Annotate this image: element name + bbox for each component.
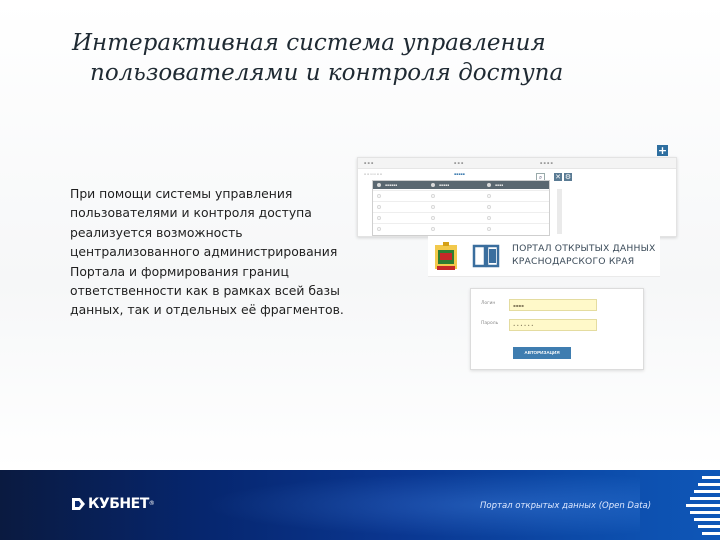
row-radio[interactable] [377, 227, 381, 231]
header-column-2: ▪ ▪ ▪ [454, 161, 464, 165]
header-radio[interactable] [431, 183, 435, 187]
header-column-3: ▪ ▪ ▪ ▪ [540, 161, 553, 165]
password-label: Пароль [481, 321, 499, 326]
table-row[interactable] [373, 190, 549, 201]
header-radio[interactable] [377, 183, 381, 187]
login-form: Логин ▪▪▪▪ Пароль • • • • • • АВТОРИЗАЦИ… [470, 288, 644, 370]
login-input[interactable]: ▪▪▪▪ [509, 299, 597, 311]
filter-link[interactable]: ▪▪▪▪▪ [454, 170, 465, 178]
row-radio[interactable] [377, 194, 381, 198]
close-icon: ✕ [555, 173, 561, 181]
row-radio[interactable] [377, 205, 381, 209]
open-book-icon [472, 244, 500, 268]
plus-icon: + [657, 144, 668, 157]
slide-body-text: При помощи системы управления пользовате… [70, 186, 344, 318]
grid-header-label-2: ▪▪▪▪▪ [439, 183, 450, 187]
table-header-bar: ▪ ▪ ▪ ▪ ▪ ▪ ▪ ▪ ▪ ▪ [358, 158, 676, 169]
login-button[interactable]: АВТОРИЗАЦИЯ [513, 347, 571, 359]
table-row[interactable] [373, 223, 549, 234]
filter-text: ▫ ▫ ▫ ▫ ▫ ▫ [364, 172, 383, 176]
filter-row: ▫ ▫ ▫ ▫ ▫ ▫ ▪▪▪▪▪ [358, 170, 676, 178]
header-radio[interactable] [487, 183, 491, 187]
slide-title-line-2: пользователями и контроля доступа [90, 60, 564, 86]
krasnodar-crest-icon [435, 242, 457, 270]
footer-bar: КУБНЕТ® Портал открытых данных (Open Dat… [0, 470, 720, 540]
footer-caption: Портал открытых данных (Open Data) [480, 501, 652, 511]
grid-scrollbar[interactable] [557, 189, 562, 234]
kubnet-brand-text: КУБНЕТ [88, 496, 149, 512]
stripes-decoration-icon [686, 476, 720, 535]
row-radio[interactable] [377, 216, 381, 220]
users-grid: ▪▪▪▪▪▪ ▪▪▪▪▪ ▪▪▪▪ [372, 180, 562, 236]
password-input[interactable]: • • • • • • [509, 319, 597, 331]
row-radio[interactable] [431, 194, 435, 198]
row-radio[interactable] [431, 227, 435, 231]
portal-name-line-2: КРАСНОДАРСКОГО КРАЯ [512, 256, 635, 267]
slide-title-line-1: Интерактивная система управления [72, 30, 546, 56]
grid-header-label-1: ▪▪▪▪▪▪ [385, 183, 398, 187]
close-button[interactable]: ✕ [554, 173, 562, 181]
row-radio[interactable] [431, 216, 435, 220]
portal-header: ПОРТАЛ ОТКРЫТЫХ ДАННЫХ КРАСНОДАРСКОГО КР… [428, 236, 660, 277]
add-user-button[interactable]: + [657, 145, 668, 156]
registered-mark: ® [148, 500, 155, 507]
grid-header: ▪▪▪▪▪▪ ▪▪▪▪▪ ▪▪▪▪ [373, 181, 549, 189]
settings-button[interactable]: ⚙ [564, 173, 572, 181]
portal-name: ПОРТАЛ ОТКРЫТЫХ ДАННЫХ КРАСНОДАРСКОГО КР… [512, 242, 655, 268]
row-radio[interactable] [487, 194, 491, 198]
row-radio[interactable] [487, 205, 491, 209]
row-radio[interactable] [487, 227, 491, 231]
slide-title: Интерактивная система управления пользов… [72, 28, 692, 88]
row-radio[interactable] [487, 216, 491, 220]
kubnet-brand: КУБНЕТ® [88, 496, 155, 512]
table-row[interactable] [373, 201, 549, 212]
table-row[interactable] [373, 212, 549, 223]
header-column-1: ▪ ▪ ▪ [364, 161, 374, 165]
portal-name-line-1: ПОРТАЛ ОТКРЫТЫХ ДАННЫХ [512, 243, 656, 254]
login-label: Логин [481, 301, 496, 306]
users-table-screenshot: ▪ ▪ ▪ ▪ ▪ ▪ ▪ ▪ ▪ ▪ ▫ ▫ ▫ ▫ ▫ ▫ ▪▪▪▪▪ ⌕ … [357, 157, 677, 237]
grid-header-label-3: ▪▪▪▪ [495, 183, 504, 187]
portal-login-screenshot: ПОРТАЛ ОТКРЫТЫХ ДАННЫХ КРАСНОДАРСКОГО КР… [428, 236, 668, 370]
row-radio[interactable] [431, 205, 435, 209]
gear-icon: ⚙ [564, 173, 572, 181]
kubnet-mark-icon [72, 498, 85, 510]
